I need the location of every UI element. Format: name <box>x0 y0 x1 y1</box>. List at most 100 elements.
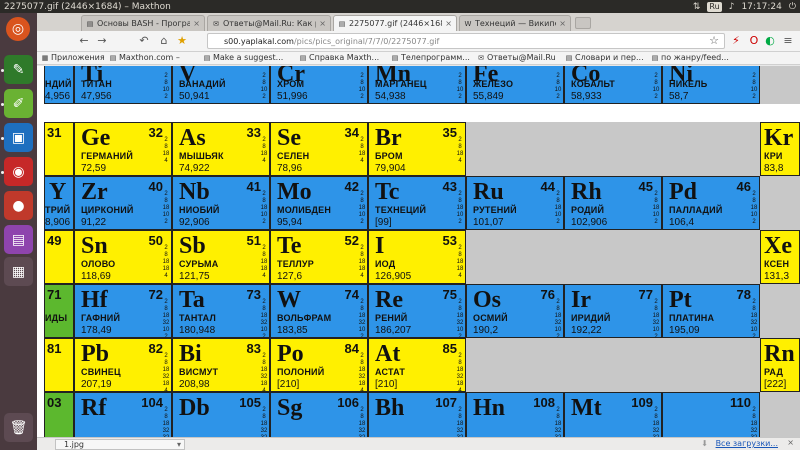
element-name: АСТАТ <box>375 367 406 377</box>
atomic-mass: 78,96 <box>277 163 303 174</box>
close-icon[interactable]: × <box>445 19 452 28</box>
element-name: СВИНЕЦ <box>81 367 121 377</box>
running-indicator <box>1 137 4 140</box>
element-cell: Rh 45 2 8 18 10 2 РОДИЙ 102,906 <box>564 176 662 230</box>
atomic-mass: 101,07 <box>473 217 504 228</box>
close-icon[interactable]: × <box>787 438 794 447</box>
opera-icon[interactable]: O <box>747 34 761 48</box>
close-icon[interactable]: × <box>559 19 566 28</box>
electron-shells: 2 8 10 2 <box>260 73 268 100</box>
browser-window: ▤ Основы BASH - Программ × ✉ Ответы@Mail… <box>37 13 800 450</box>
element-name: ВАНАДИЙ <box>179 79 226 89</box>
atomic-mass: 180,948 <box>179 325 216 336</box>
editor-icon[interactable]: ✐ <box>4 89 33 118</box>
atomic-mass: 58,933 <box>571 91 602 102</box>
clock[interactable]: 17:17:24 <box>741 2 781 12</box>
element-name: ГЕРМАНИЙ <box>81 151 134 161</box>
electron-shells: 2 8 18 32 10 2 <box>162 299 170 338</box>
video-icon[interactable]: ● <box>4 191 33 220</box>
electron-shells: 2 8 18 4 <box>456 137 464 164</box>
volume-icon[interactable]: ♪ <box>729 2 735 12</box>
element-name: СУРЬМА <box>179 259 219 269</box>
tab-wiki[interactable]: W Технеций — Википедия × <box>459 15 571 31</box>
atomic-number: 71 <box>47 287 62 302</box>
download-icon: ⬇ <box>701 439 708 448</box>
element-symbol: Zr <box>81 179 108 205</box>
tab-mail-answers[interactable]: ✉ Ответы@Mail.Ru: Как расс × <box>207 15 331 31</box>
tab-bash[interactable]: ▤ Основы BASH - Программ × <box>81 15 205 31</box>
new-tab-button[interactable] <box>575 17 591 29</box>
electron-shells: 2 8 18 10 2 <box>554 191 562 225</box>
record-icon[interactable]: ◉ <box>4 157 33 186</box>
ubuntu-dash-icon[interactable]: ◎ <box>6 17 30 41</box>
address-bar[interactable]: s00.yaplakal.com/pics/pics_original/7/7/… <box>207 33 725 49</box>
element-cell: Mo 42 2 8 18 10 2 МОЛИБДЕН 95,94 <box>270 176 368 230</box>
bookmark-maxthon[interactable]: ▤ Maxthon.com – <box>109 53 180 62</box>
all-downloads-link[interactable]: Все загрузки... <box>716 439 778 448</box>
back-icon[interactable]: ← <box>77 34 91 48</box>
download-item[interactable]: 1.jpg ▾ <box>55 439 185 450</box>
element-cell: Zr 40 2 8 18 10 2 ЦИРКОНИЙ 91,22 <box>74 176 172 230</box>
tab-label: Технеций — Википедия <box>475 19 556 28</box>
atomic-mass: 51,996 <box>277 91 308 102</box>
forward-icon[interactable]: → <box>95 34 109 48</box>
flash-icon[interactable]: ⚡ <box>729 34 743 48</box>
chevron-down-icon[interactable]: ▾ <box>177 440 181 450</box>
workspace-icon[interactable]: ▤ <box>4 225 33 254</box>
electron-shells: 2 8 18 32 18 4 <box>260 353 268 392</box>
bookmark-mail-answers[interactable]: ✉ Ответы@Mail.Ru <box>477 53 556 62</box>
element-name: ИОД <box>375 259 396 269</box>
menu-icon[interactable]: ≡ <box>781 34 795 48</box>
inkscape-icon[interactable]: ✎ <box>4 55 33 84</box>
element-name: ТЕЛЛУР <box>277 259 314 269</box>
atomic-mass: 192,22 <box>571 325 602 336</box>
close-icon[interactable]: × <box>319 19 326 28</box>
electron-shells: 28183232102 <box>554 407 562 437</box>
keyboard-layout-indicator[interactable]: Ru <box>707 1 722 12</box>
close-icon[interactable]: × <box>193 19 200 28</box>
bookmark-genre[interactable]: ▤ по жанру/feed... <box>651 53 729 62</box>
empty-region <box>760 392 800 437</box>
tab-image[interactable]: ▤ 2275077.gif (2446×1684) × <box>333 15 457 31</box>
element-cell: Pd 46 2 8 18 10 2 ПАЛЛАДИЙ 106,4 <box>662 176 760 230</box>
bookmark-label: Справка Maxth... <box>309 53 380 62</box>
bookmark-label: Ответы@Mail.Ru <box>487 53 556 62</box>
electron-shells: 2 8 18 32 18 4 <box>456 353 464 392</box>
element-name: РОДИЙ <box>571 205 605 215</box>
bookmark-tv[interactable]: ▤ Телепрограмм... <box>391 53 470 62</box>
element-symbol: Y <box>49 179 67 205</box>
bookmark-dictionaries[interactable]: ▤ Словари и пер... <box>565 53 644 62</box>
atomic-mass: 72,59 <box>81 163 107 174</box>
atomic-mass: 47,956 <box>81 91 112 102</box>
page-icon: ▤ <box>338 19 346 28</box>
element-symbol: Kr <box>764 125 794 151</box>
atomic-mass: [99] <box>375 217 392 228</box>
apps-icon[interactable]: ▦ <box>4 257 33 286</box>
bookmark-help[interactable]: ▤ Справка Maxth... <box>299 53 379 62</box>
network-icon[interactable]: ⇅ <box>693 2 701 12</box>
element-cell: As 33 2 8 18 4 МЫШЬЯК 74,922 <box>172 122 270 176</box>
star-icon[interactable]: ★ <box>175 34 189 48</box>
bookmark-star-icon[interactable]: ☆ <box>707 34 721 48</box>
element-cell: Hn 10828183232102 <box>466 392 564 437</box>
bookmark-apps[interactable]: ▦ Приложения <box>41 53 105 62</box>
electron-shells: 2 8 18 10 2 <box>750 191 758 225</box>
undo-icon[interactable]: ↶ <box>137 34 151 48</box>
atomic-number: 104 <box>141 395 163 410</box>
electron-shells: 2 8 18 32 18 4 <box>358 353 366 392</box>
bookmark-suggest[interactable]: ▤ Make a suggest... <box>203 53 284 62</box>
element-name: ИДЫ <box>45 313 68 323</box>
mail-icon: ✉ <box>478 53 484 62</box>
theme-icon[interactable]: ◐ <box>763 34 777 48</box>
element-cell: Te 52 2 8 18 18 4 ТЕЛЛУР 127,6 <box>270 230 368 284</box>
home-icon[interactable]: ⌂ <box>157 34 171 48</box>
page-icon: ▤ <box>86 19 94 28</box>
power-icon[interactable]: ⏻ <box>789 2 796 12</box>
system-top-bar: 2275077.gif (2446×1684) – Maxthon ⇅ Ru ♪… <box>0 0 800 13</box>
screen-icon[interactable]: ▣ <box>4 123 33 152</box>
element-symbol: Pd <box>669 179 698 205</box>
trash-icon[interactable]: 🗑 <box>4 413 33 442</box>
element-symbol: Bh <box>375 395 405 421</box>
element-name: МЫШЬЯК <box>179 151 224 161</box>
element-name: ПОЛОНИЙ <box>277 367 325 377</box>
